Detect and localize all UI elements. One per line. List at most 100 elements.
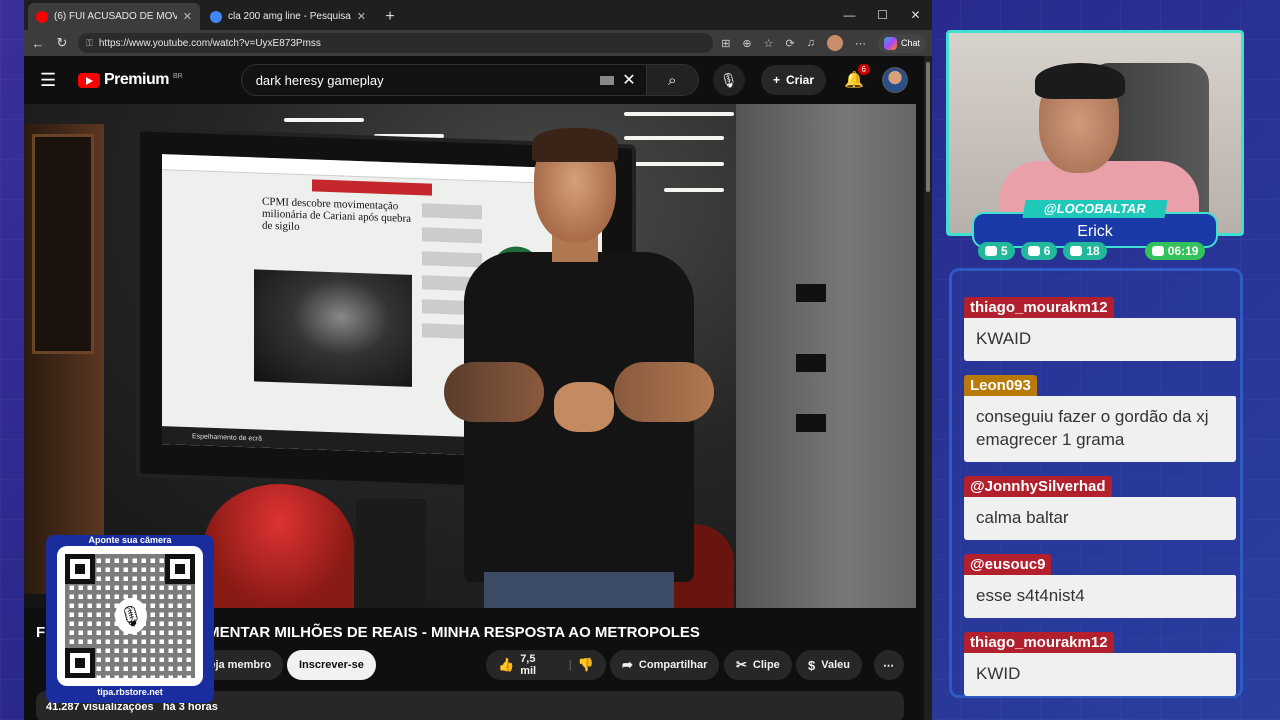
more-actions-button[interactable]: ⋯ <box>874 650 904 680</box>
chat-message: @eusouc9 esse s4t4nist4 <box>964 554 1236 618</box>
menu-icon[interactable]: ☰ <box>40 70 64 91</box>
like-count: 7,5 mil <box>520 653 537 677</box>
chat-username: @eusouc9 <box>964 554 1052 575</box>
create-button[interactable]: + Criar <box>760 65 826 95</box>
google-favicon-icon <box>210 10 222 23</box>
tab-youtube[interactable]: (6) FUI ACUSADO DE MOVIMENTA ✕ <box>28 3 200 30</box>
toolbar-icons: ⊞ ⊕ ☆ ⟳ ♫ ⋯ Chat <box>721 33 926 53</box>
zoom-icon[interactable]: ⊕ <box>742 37 751 50</box>
subscribe-label: Inscrever-se <box>299 659 364 671</box>
thanks-button[interactable]: $ Valeu <box>796 650 862 680</box>
chat-message: thiago_mourakm12 KWID <box>964 632 1236 696</box>
scissors-icon: ✂ <box>736 657 747 672</box>
favorite-star-icon[interactable]: ☆ <box>764 37 774 50</box>
site-info-icon[interactable]: ⚿ <box>86 38 93 49</box>
notification-count: 6 <box>857 64 870 75</box>
chat-username: thiago_mourakm12 <box>964 632 1114 653</box>
tab-title: (6) FUI ACUSADO DE MOVIMENTA <box>54 11 177 22</box>
chat-text: KWAID <box>964 318 1236 361</box>
microphone-icon: 🎙 <box>719 71 738 88</box>
share-label: Compartilhar <box>638 659 708 671</box>
back-icon[interactable]: ← <box>30 36 46 51</box>
streamer-handle: @LOCOBALTAR <box>1022 200 1168 218</box>
more-menu-icon[interactable]: ⋯ <box>855 37 866 50</box>
viewer-count-badge: 18 <box>1063 242 1107 260</box>
keyboard-icon[interactable] <box>600 75 615 85</box>
youtube-icon <box>1027 246 1040 256</box>
chat-count: 5 <box>1001 244 1008 258</box>
monitor-stand <box>356 499 426 608</box>
chat-username: Leon093 <box>964 375 1037 396</box>
thumbs-up-icon: 👍 <box>498 657 515 672</box>
address-toolbar: ← ↻ ⚿ https://www.youtube.com/watch?v=Uy… <box>24 30 932 56</box>
extensions-icon[interactable]: ⟳ <box>786 37 795 50</box>
chat-username: thiago_mourakm12 <box>964 297 1114 318</box>
chat-message: Leon093 conseguiu fazer o gordão da xj e… <box>964 375 1236 462</box>
article-photo <box>254 269 412 387</box>
search-query: dark heresy gameplay <box>255 72 384 88</box>
close-tab-icon[interactable]: ✕ <box>183 10 192 23</box>
youtube-header: ☰ Premium BR dark heresy gameplay ✕ ⌕ 🎙 … <box>24 56 924 104</box>
clear-search-icon[interactable]: ✕ <box>622 70 635 90</box>
qr-code: 🎙 <box>57 546 203 686</box>
close-tab-icon[interactable]: ✕ <box>357 10 366 23</box>
share-icon: ➦ <box>622 657 633 672</box>
maximize-icon[interactable]: ☐ <box>866 0 899 30</box>
tab-title: cla 200 amg line - Pesquisa Googl <box>228 11 351 22</box>
youtube-favicon-icon <box>36 10 48 23</box>
screen-headline: CPMI descobre movimentação milionária de… <box>262 195 412 234</box>
notifications-button[interactable]: 🔔 6 <box>840 64 870 90</box>
close-window-icon[interactable]: ✕ <box>899 0 932 30</box>
chat-icon <box>985 246 997 256</box>
search-button[interactable]: ⌕ <box>646 64 699 96</box>
clock-icon <box>1151 246 1164 256</box>
live-chat: thiago_mourakm12 KWAID Leon093 conseguiu… <box>949 268 1243 698</box>
profile-avatar[interactable] <box>826 35 843 51</box>
region-code: BR <box>172 73 183 80</box>
media-icon[interactable]: ♫ <box>807 37 815 49</box>
clip-label: Clipe <box>752 659 780 671</box>
shelf <box>24 124 104 594</box>
super-thanks-icon: $ <box>808 657 816 673</box>
chat-label: Chat <box>900 38 920 48</box>
minimize-icon[interactable]: — <box>833 0 866 30</box>
chat-text: KWID <box>964 653 1236 696</box>
qr-code-overlay: Aponte sua câmera 🎙 tipa.rbstore.net <box>46 535 214 703</box>
logo-word: Premium <box>104 71 169 88</box>
viewers-icon <box>1070 246 1083 256</box>
office-wall <box>736 104 916 608</box>
search-input[interactable]: dark heresy gameplay ✕ <box>240 64 647 96</box>
new-tab-icon[interactable]: + <box>376 3 404 30</box>
more-icon: ⋯ <box>883 659 894 672</box>
tab-google-search[interactable]: cla 200 amg line - Pesquisa Googl ✕ <box>202 3 374 30</box>
chat-text: conseguiu fazer o gordão da xj emagrecer… <box>964 396 1236 462</box>
stream-time: 06:19 <box>1167 244 1199 258</box>
plus-icon: + <box>772 73 780 87</box>
viewer-count: 18 <box>1086 244 1100 258</box>
chat-username: @JonnhySilverhad <box>964 476 1112 497</box>
thumbs-down-icon[interactable]: 👎 <box>578 657 594 673</box>
create-label: Criar <box>785 73 814 87</box>
page-scrollbar[interactable] <box>924 56 932 720</box>
subscribe-button[interactable]: Inscrever-se <box>287 650 376 680</box>
search-icon: ⌕ <box>668 71 677 89</box>
reload-icon[interactable]: ↻ <box>54 35 70 51</box>
tab-bar: (6) FUI ACUSADO DE MOVIMENTA ✕ cla 200 a… <box>24 0 932 30</box>
stream-stats: 5 6 18 06:19 <box>978 242 1206 260</box>
address-bar[interactable]: ⚿ https://www.youtube.com/watch?v=UyxE87… <box>78 33 714 53</box>
youtube-count: 6 <box>1043 244 1051 258</box>
app-grid-icon[interactable]: ⊞ <box>721 37 730 50</box>
voice-search-button[interactable]: 🎙 <box>712 64 745 96</box>
copilot-icon <box>883 36 897 50</box>
qr-caption: Aponte sua câmera <box>88 535 172 545</box>
microphone-icon: 🎙 <box>115 598 147 634</box>
chat-message: thiago_mourakm12 KWAID <box>964 297 1236 361</box>
youtube-logo[interactable]: Premium BR <box>78 71 183 89</box>
video-player[interactable]: CPMI descobre movimentação milionária de… <box>24 104 916 608</box>
like-button[interactable]: 👍 7,5 mil | 👎 <box>486 650 606 680</box>
account-avatar[interactable] <box>882 67 908 93</box>
clip-button[interactable]: ✂ Clipe <box>724 650 792 680</box>
copilot-chat-button[interactable]: Chat <box>877 33 926 53</box>
chat-text: calma baltar <box>964 497 1236 540</box>
share-button[interactable]: ➦ Compartilhar <box>610 650 720 680</box>
